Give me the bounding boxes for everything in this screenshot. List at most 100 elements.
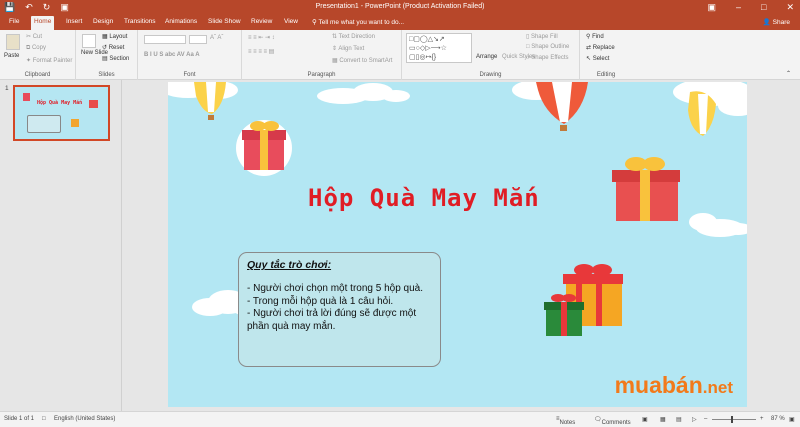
zoom-slider[interactable] [712, 419, 756, 420]
reset-label: Reset [108, 45, 125, 51]
thumbnail-number: 1 [5, 85, 9, 92]
shape-effects-button[interactable]: ○ Shape Effects [526, 55, 569, 61]
zoom-slider-thumb[interactable] [731, 416, 733, 423]
editing-label: Editing [596, 72, 616, 78]
paste-icon[interactable] [6, 34, 20, 50]
font-grow-icon[interactable]: Aˆ Aˇ [210, 35, 223, 41]
status-bar: Slide 1 of 1 □ English (United States) ≡… [0, 411, 800, 427]
list-icons[interactable]: ≡ ≡ ⇤ ⇥ ↕ [248, 34, 275, 41]
paragraph-group: ≡ ≡ ⇤ ⇥ ↕ ≡ ≡ ≡ ≡ ▤ ⇅ Text Direction ⇕ A… [242, 30, 402, 80]
thumbnail-gift-icon [23, 93, 30, 101]
close-icon[interactable]: ✕ [786, 2, 794, 13]
select-label: Select [592, 56, 610, 62]
tab-animations[interactable]: Animations [162, 18, 200, 25]
section-button[interactable]: ▤ Section [102, 55, 129, 62]
slide-thumbnail[interactable]: Hộp Quà May Mắn [13, 85, 110, 141]
ribbon-tabs: File Home Insert Design Transitions Anim… [0, 16, 800, 30]
collapse-ribbon-icon[interactable]: ⌃ [786, 70, 791, 77]
slideshow-icon[interactable]: ▷ [692, 416, 697, 423]
notes-button[interactable]: ≡ Notes [556, 416, 575, 426]
align-icons[interactable]: ≡ ≡ ≡ ≡ ▤ [248, 48, 274, 55]
copy-button[interactable]: ⧉ Copy [26, 45, 46, 52]
slide[interactable]: Hộp Quà May Mắn Quy tắc trò chơi: - Ngườ… [168, 82, 747, 407]
cut-label: Cut [32, 34, 43, 40]
replace-button[interactable]: ⇄ Replace [586, 44, 615, 51]
share-button[interactable]: 👤 Share [763, 18, 790, 26]
slide-title[interactable]: Hộp Quà May Mắn [308, 184, 540, 212]
slides-group: New Slide ▦ Layout ↺ Reset ▤ Section Sli… [76, 30, 138, 80]
shape-outline-button[interactable]: □ Shape Outline [526, 44, 569, 50]
slide-sorter-icon[interactable]: ▦ [660, 416, 666, 423]
layout-label: Layout [109, 34, 128, 40]
fit-slide-icon[interactable]: ▣ [789, 416, 795, 423]
paragraph-label: Paragraph [307, 72, 336, 78]
normal-view-icon[interactable]: ▣ [642, 416, 648, 423]
tab-file[interactable]: File [6, 18, 22, 25]
tab-design[interactable]: Design [90, 18, 116, 25]
rules-line-2: - Trong mỗi hộp quà là 1 câu hỏi. [247, 295, 394, 307]
format-painter-label: Format Painter [32, 58, 73, 64]
format-painter-button[interactable]: ✦ Format Painter [26, 57, 72, 64]
tab-insert[interactable]: Insert [63, 18, 85, 25]
maximize-icon[interactable]: □ [761, 2, 766, 13]
reset-button[interactable]: ↺ Reset [102, 44, 124, 51]
select-button[interactable]: ↖ Select [586, 55, 609, 62]
font-name-box[interactable] [144, 35, 186, 44]
editing-group: ⚲ Find ⇄ Replace ↖ Select Editing [580, 30, 632, 80]
zoom-level[interactable]: 87 % [771, 416, 785, 422]
rules-line-1: - Người chơi chọn một trong 5 hộp quà. [247, 283, 424, 294]
tab-home[interactable]: Home [31, 16, 55, 30]
comments-label: Comments [601, 420, 631, 426]
tab-view[interactable]: View [281, 18, 301, 25]
brand-net: .net [702, 378, 733, 397]
paste-button[interactable]: Paste [4, 53, 19, 59]
convert-smartart-label: Convert to SmartArt [339, 58, 393, 64]
share-label: Share [772, 19, 790, 26]
find-label: Find [592, 34, 604, 40]
slides-label: Slides [98, 72, 115, 78]
tab-transitions[interactable]: Transitions [121, 18, 159, 25]
gift-stack-icon [544, 264, 623, 336]
zoom-out-icon[interactable]: – [704, 416, 707, 422]
text-direction-button[interactable]: ⇅ Text Direction [332, 33, 375, 40]
rules-spacer [247, 271, 432, 283]
new-slide-icon[interactable] [82, 34, 96, 48]
shapes-gallery[interactable]: □▢◯△↘↗ ▭○◇▷⟶☆ ▢▯◎↦{} [406, 33, 472, 63]
find-button[interactable]: ⚲ Find [586, 33, 604, 40]
brand-main: muabán [614, 372, 703, 398]
shape-effects-label: Shape Effects [531, 55, 569, 61]
language-icon[interactable]: □ [42, 416, 46, 422]
ribbon-display-icon[interactable]: ▣ [707, 2, 716, 13]
layout-button[interactable]: ▦ Layout [102, 33, 127, 40]
tab-slide-show[interactable]: Slide Show [205, 18, 244, 25]
reading-view-icon[interactable]: ▤ [676, 416, 682, 423]
window-title: Presentation1 - PowerPoint (Product Acti… [315, 3, 485, 10]
drawing-label: Drawing [479, 72, 502, 78]
slide-counter: Slide 1 of 1 [4, 416, 35, 422]
clipboard-label: Clipboard [24, 72, 51, 78]
brand-logo: muabán.net [615, 372, 733, 399]
text-direction-label: Text Direction [338, 34, 375, 40]
zoom-in-icon[interactable]: + [760, 416, 764, 422]
thumbnail-title: Hộp Quà May Mắn [37, 100, 83, 106]
cut-button[interactable]: ✂ Cut [26, 33, 42, 40]
ribbon: Paste ✂ Cut ⧉ Copy ✦ Format Painter Clip… [0, 30, 800, 80]
convert-smartart-button[interactable]: ▦ Convert to SmartArt [332, 57, 392, 64]
rules-line-3: - Người chơi trả lời đúng sẽ được một ph… [247, 308, 417, 332]
rules-textbox[interactable]: Quy tắc trò chơi: - Người chơi chọn một … [238, 252, 441, 367]
shape-fill-label: Shape Fill [530, 34, 558, 40]
arrange-button[interactable]: Arrange [476, 54, 497, 60]
gift-icon-right [612, 157, 680, 221]
tell-me-text: Tell me what you want to do... [318, 19, 405, 26]
tell-me-search[interactable]: ⚲ Tell me what you want to do... [312, 18, 404, 26]
language-indicator[interactable]: English (United States) [54, 416, 115, 422]
shape-fill-button[interactable]: ▯ Shape Fill [526, 33, 558, 40]
comments-button[interactable]: 🗨 Comments [594, 416, 631, 426]
tab-review[interactable]: Review [248, 18, 275, 25]
font-size-box[interactable] [189, 35, 207, 44]
clipboard-group: Paste ✂ Cut ⧉ Copy ✦ Format Painter Clip… [0, 30, 76, 80]
font-label: Font [183, 72, 196, 78]
minimize-icon[interactable]: – [736, 2, 741, 13]
font-format-icons[interactable]: B I U S abc AV Aa A [144, 52, 200, 58]
align-text-button[interactable]: ⇕ Align Text [332, 45, 364, 52]
